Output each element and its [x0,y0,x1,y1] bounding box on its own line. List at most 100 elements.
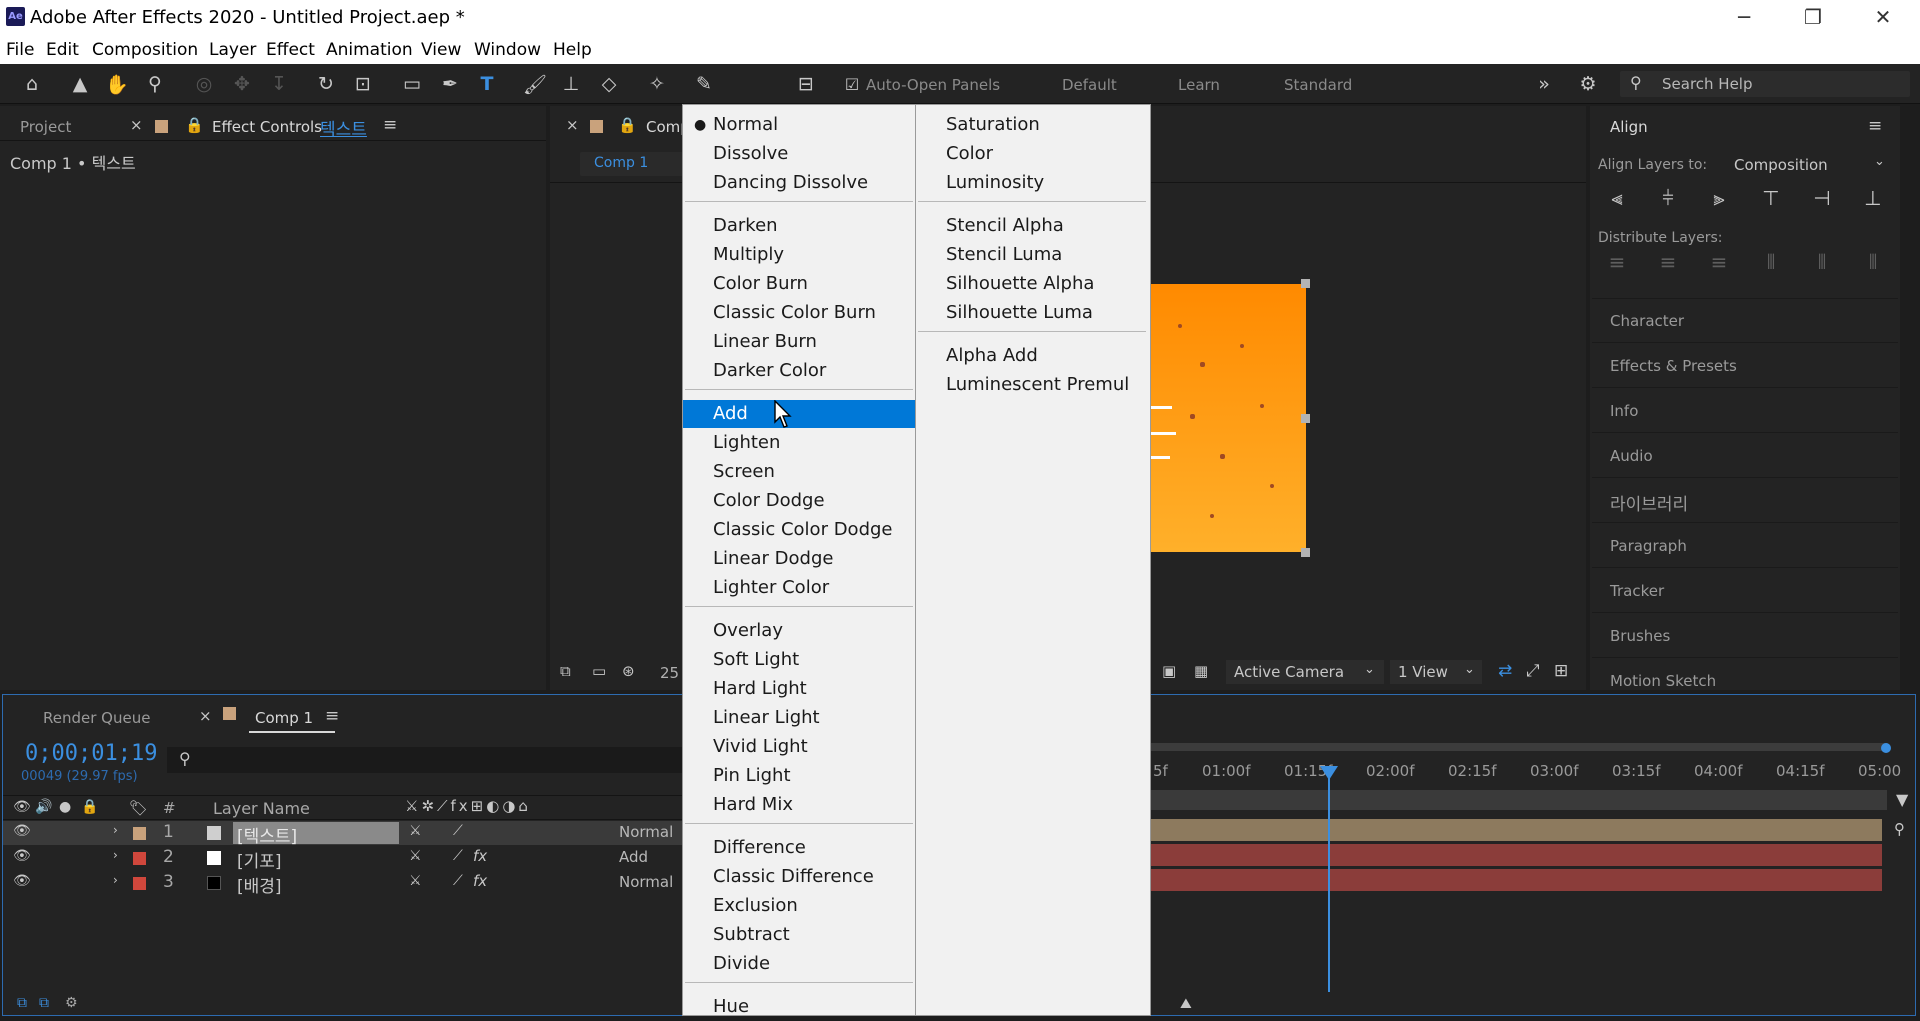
shy-switch-icon[interactable]: ⚔ [409,848,422,864]
quality-switch-icon[interactable]: ⟋ [453,823,463,839]
expand-arrow-icon[interactable]: › [113,848,118,862]
blend-mode-normal[interactable]: ● Normal [683,111,915,139]
resize-handle[interactable] [1301,414,1310,423]
visibility-eye-icon[interactable]: 👁 [13,848,31,864]
blend-mode-hard-mix[interactable]: Hard Mix [683,791,915,819]
blend-mode-dissolve[interactable]: Dissolve [683,140,915,168]
workspace-learn[interactable]: Learn [1178,76,1220,94]
blend-mode-add[interactable]: Add [683,400,915,428]
comp-lock-icon[interactable]: 🔒 [618,116,637,134]
hand-tool-icon[interactable]: ✋ [103,70,131,98]
work-area-bar[interactable] [1151,743,1887,751]
transparency-grid-icon[interactable]: ▦ [1194,662,1208,680]
panel-effects-presets[interactable]: Effects & Presets [1610,357,1737,375]
menu-help[interactable]: Help [553,40,592,60]
blend-mode-alpha-add[interactable]: Alpha Add [916,342,1148,370]
type-tool-icon[interactable]: T [473,70,501,98]
playhead-line[interactable] [1328,770,1330,992]
expand-arrow-icon[interactable]: › [113,823,118,837]
blend-mode-silhouette-luma[interactable]: Silhouette Luma [916,299,1148,327]
distribute-left-icon[interactable]: ⦀ [1758,250,1784,276]
layer-name-column-header[interactable]: Layer Name [213,799,310,818]
rectangle-tool-icon[interactable]: ▭ [398,70,426,98]
restore-button[interactable]: ❐ [1793,4,1833,30]
blend-mode-lighter-color[interactable]: Lighter Color [683,574,915,602]
minimize-button[interactable]: ─ [1724,4,1764,30]
workspace-default[interactable]: Default [1062,76,1117,94]
toggle-layout-icon[interactable]: ⇄ [1498,661,1512,681]
visibility-eye-icon[interactable]: 👁 [13,873,31,889]
blend-mode-color-dodge[interactable]: Color Dodge [683,487,915,515]
panel-motion-sketch[interactable]: Motion Sketch [1610,672,1716,690]
blend-mode-vivid-light[interactable]: Vivid Light [683,733,915,761]
align-right-icon[interactable]: ⫸ [1706,186,1732,212]
search-help-input[interactable]: Search Help [1662,75,1753,93]
blend-mode-overlay[interactable]: Overlay [683,617,915,645]
menu-animation[interactable]: Animation [326,40,413,60]
anchor-tool-icon[interactable]: ⊡ [349,70,377,98]
distribute-top-icon[interactable]: ≡ [1604,250,1630,276]
panel-character[interactable]: Character [1610,312,1684,330]
layer-name-field[interactable]: [텍스트] [233,822,399,847]
panel-paragraph[interactable]: Paragraph [1610,537,1687,555]
blend-mode-soft-light[interactable]: Soft Light [683,646,915,674]
layer-row[interactable]: 👁 › 2 [기포] ⚔ ⟋ fx Add [3,846,685,872]
puppet-pin-icon[interactable]: ✎ [690,70,718,98]
blend-mode-divide[interactable]: Divide [683,950,915,978]
distribute-h-center-icon[interactable]: ⦀ [1809,250,1835,276]
pen-tool-icon[interactable]: ✒ [436,70,464,98]
shy-switch-icon[interactable]: ⚔ [409,873,422,889]
tab-project[interactable]: Project [20,118,71,136]
layer-row[interactable]: 👁 › 1 [텍스트] ⚔ ⟋ Normal [3,821,685,847]
time-navigator[interactable] [1151,790,1887,810]
panel-menu-icon[interactable]: ≡ [383,115,397,135]
marker-link-icon[interactable]: ⚲ [1894,820,1905,838]
resize-handle[interactable] [1301,279,1310,288]
blend-mode-hard-light[interactable]: Hard Light [683,675,915,703]
panels-toggle-icon[interactable]: ⊟ [792,70,820,98]
resize-handle[interactable] [1301,548,1310,557]
menu-view[interactable]: View [421,40,461,60]
search-help-field[interactable]: ⚲ Search Help [1620,71,1910,97]
blend-mode-value[interactable]: Add [619,848,648,866]
blend-mode-classic-color-burn[interactable]: Classic Color Burn [683,299,915,327]
workspace-overflow-icon[interactable]: » [1530,70,1558,98]
dolly-tool-icon[interactable]: ↧ [265,70,293,98]
roto-brush-icon[interactable]: ✧ [643,70,671,98]
quality-switch-icon[interactable]: ⟋ [453,848,463,864]
distribute-right-icon[interactable]: ⦀ [1860,250,1886,276]
visibility-eye-icon[interactable]: 👁 [13,823,31,839]
snapshot-icon[interactable]: ⧉ [560,662,571,680]
blend-mode-stencil-alpha[interactable]: Stencil Alpha [916,212,1148,240]
quality-switch-icon[interactable]: ⟋ [453,873,463,889]
blend-mode-luminescent-premul[interactable]: Luminescent Premul [916,371,1148,399]
sync-settings-icon[interactable]: ⚙ [1574,70,1602,98]
fx-switch-icon[interactable]: fx [473,872,487,890]
blend-mode-color-burn[interactable]: Color Burn [683,270,915,298]
align-v-center-icon[interactable]: ⊣ [1809,186,1835,212]
panel-info[interactable]: Info [1610,402,1638,420]
zoom-tool-icon[interactable]: ⚲ [141,70,169,98]
blend-mode-linear-dodge[interactable]: Linear Dodge [683,545,915,573]
lock-icon[interactable]: 🔒 [185,116,204,134]
blend-mode-classic-color-dodge[interactable]: Classic Color Dodge [683,516,915,544]
layer-2-duration-bar[interactable] [1151,844,1882,866]
tab-effect-controls[interactable]: Effect Controls [212,118,322,136]
layer-row[interactable]: 👁 › 3 [배경] ⚔ ⟋ fx Normal [3,871,685,897]
layer-search-input[interactable]: ⚲ [167,747,683,773]
zoom-level[interactable]: 25 [660,664,679,682]
blend-mode-linear-light[interactable]: Linear Light [683,704,915,732]
timeline-toggle-icon[interactable]: ⊞ [1554,661,1568,681]
layer-name[interactable]: [배경] [237,872,282,897]
close-tab-icon[interactable]: × [130,116,143,134]
align-top-icon[interactable]: ⊤ [1758,186,1784,212]
distribute-bottom-icon[interactable]: ≡ [1706,250,1732,276]
blend-mode-dancing-dissolve[interactable]: Dancing Dissolve [683,169,915,197]
work-area-end-handle[interactable] [1881,743,1891,753]
blend-mode-value[interactable]: Normal [619,873,673,891]
timeline-menu-icon[interactable]: ≡ [325,706,339,726]
eraser-tool-icon[interactable]: ◇ [595,70,623,98]
layer-1-duration-bar[interactable] [1151,819,1882,841]
comp-marker-bin-icon[interactable]: ▼ [1896,790,1908,809]
menu-edit[interactable]: Edit [46,40,79,60]
